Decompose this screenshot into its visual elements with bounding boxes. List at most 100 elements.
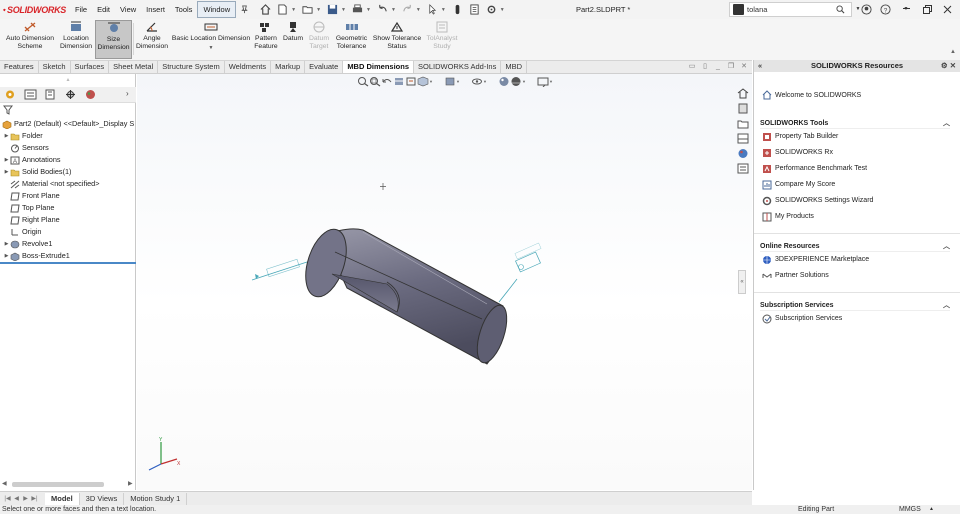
menu-window[interactable]: Window (197, 1, 237, 18)
link-property-tab-builder[interactable]: Property Tab Builder (760, 129, 950, 145)
expand-arrow-icon[interactable]: ▶ (3, 130, 10, 142)
expand-arrow-icon[interactable]: ▶ (3, 166, 10, 178)
tree-horizontal-scrollbar[interactable]: ◀ ▶ (2, 480, 134, 489)
chevron-up-icon[interactable]: ︿ (943, 241, 950, 252)
doc-restore-icon[interactable]: ❐ (725, 62, 737, 72)
tree-item-top-plane[interactable]: Top Plane (0, 202, 136, 214)
next-tab-icon[interactable]: ▶ (21, 495, 30, 502)
link-performance-benchmark-test[interactable]: Performance Benchmark Test (760, 161, 950, 177)
menu-view[interactable]: View (115, 0, 141, 19)
datum-button[interactable]: Datum (281, 20, 305, 59)
tree-item-origin[interactable]: Origin (0, 226, 136, 238)
redo-icon[interactable] (402, 4, 413, 15)
chevron-up-icon[interactable]: ︿ (943, 300, 950, 311)
doc-close-icon[interactable]: ✕ (738, 62, 750, 72)
tree-item-material[interactable]: Material <not specified> (0, 178, 136, 190)
filter-icon[interactable] (3, 105, 13, 115)
home-icon[interactable] (260, 4, 271, 15)
solidworks-logo[interactable]: SOLIDWORKS (0, 0, 66, 19)
link-settings-wizard[interactable]: SOLIDWORKS Settings Wizard (760, 193, 950, 209)
size-dimension-button[interactable]: Size Dimension (95, 20, 132, 59)
open-folder-icon[interactable] (302, 4, 313, 15)
split-icon[interactable]: ▯ (699, 62, 711, 72)
dimxpert-icon[interactable] (64, 89, 77, 100)
file-properties-icon[interactable] (469, 4, 480, 15)
left-annotation-leader[interactable] (251, 258, 308, 281)
tab-evaluate[interactable]: Evaluate (305, 61, 344, 73)
configuration-manager-icon[interactable] (44, 89, 57, 100)
angle-dimension-button[interactable]: Angle Dimension (134, 20, 170, 59)
chevron-down-icon[interactable]: ▼ (441, 7, 446, 13)
tree-item-boss-extrude1[interactable]: ▶ Boss-Extrude1 (0, 250, 136, 262)
save-icon[interactable] (327, 4, 338, 15)
tab-markup[interactable]: Markup (271, 61, 306, 73)
appearances-icon[interactable] (737, 148, 749, 159)
chevron-down-icon[interactable]: ▼ (291, 7, 296, 13)
chevron-down-icon[interactable]: ▼ (316, 7, 321, 13)
tree-item-right-plane[interactable]: Right Plane (0, 214, 136, 226)
chevron-down-icon[interactable]: ▼ (416, 7, 421, 13)
tree-item-solid-bodies[interactable]: ▶ Solid Bodies(1) (0, 166, 136, 178)
scroll-left-icon[interactable]: ◀ (2, 480, 7, 487)
tab-structure-system[interactable]: Structure System (158, 61, 225, 73)
link-3dexperience-marketplace[interactable]: 3DEXPERIENCE Marketplace (760, 252, 950, 268)
section-title[interactable]: Online Resources ︿ (760, 241, 950, 252)
geometric-tolerance-button[interactable]: Geometric Tolerance (333, 20, 370, 59)
scrollbar-thumb[interactable] (12, 482, 104, 487)
unit-system-selector[interactable]: MMGS (899, 505, 921, 514)
tree-item-folder[interactable]: ▶ Folder (0, 130, 136, 142)
basic-location-dimension-button[interactable]: Basic Location Dimension ▼ (171, 20, 251, 59)
chevron-down-icon[interactable]: ▼ (341, 7, 346, 13)
right-annotation-leader[interactable] (498, 242, 542, 303)
tab-mbd[interactable]: MBD (501, 61, 528, 73)
auto-dimension-scheme-button[interactable]: Auto Dimension Scheme (2, 20, 58, 59)
tab-solidworks-add-ins[interactable]: SOLIDWORKS Add-Ins (414, 61, 502, 73)
collapse-feature-manager-toggle[interactable]: « (738, 270, 746, 294)
welcome-link[interactable]: Welcome to SOLIDWORKS (762, 90, 861, 100)
chevron-down-icon[interactable]: ▼ (366, 7, 371, 13)
property-manager-icon[interactable] (24, 89, 37, 100)
restore-button[interactable] (923, 5, 932, 14)
resources-home-icon[interactable] (737, 88, 749, 99)
expand-arrow-icon[interactable]: ▶ (3, 238, 10, 250)
section-title[interactable]: SOLIDWORKS Tools ︿ (760, 118, 950, 129)
menu-tools[interactable]: Tools (170, 0, 198, 19)
tree-item-front-plane[interactable]: Front Plane (0, 190, 136, 202)
chevron-right-icon[interactable]: › (126, 89, 129, 98)
collapse-pane-icon[interactable]: « (758, 60, 762, 72)
doc-minimize-icon[interactable]: _ (712, 62, 724, 72)
scroll-right-icon[interactable]: ▶ (128, 480, 133, 487)
feature-tree-icon[interactable] (4, 89, 17, 100)
tree-item-revolve1[interactable]: ▶ Revolve1 (0, 238, 136, 250)
menu-insert[interactable]: Insert (141, 0, 170, 19)
tab-mbd-dimensions[interactable]: MBD Dimensions (343, 61, 414, 73)
link-solidworks-rx[interactable]: SOLIDWORKS Rx (760, 145, 950, 161)
chevron-down-icon[interactable]: ▼ (391, 7, 396, 13)
chevron-up-icon[interactable]: ︿ (943, 118, 950, 129)
help-icon[interactable]: ? (880, 4, 891, 15)
print-icon[interactable] (352, 4, 363, 15)
pin-icon[interactable] (240, 5, 249, 14)
expand-arrow-icon[interactable]: ▶ (3, 154, 10, 166)
search-icon[interactable] (836, 5, 845, 14)
tab-sketch[interactable]: Sketch (39, 61, 71, 73)
search-input[interactable] (747, 5, 837, 14)
last-tab-icon[interactable]: ▶| (30, 495, 39, 502)
tab-motion-study-1[interactable]: Motion Study 1 (124, 492, 188, 505)
user-account-icon[interactable] (861, 4, 872, 15)
chevron-up-icon[interactable]: ▲ (929, 505, 934, 514)
menu-file[interactable]: File (70, 0, 92, 19)
first-tab-icon[interactable]: |◀ (3, 495, 12, 502)
link-compare-my-score[interactable]: Compare My Score (760, 177, 950, 193)
location-dimension-button[interactable]: Location Dimension (58, 20, 94, 59)
custom-properties-icon[interactable] (737, 163, 749, 174)
display-manager-icon[interactable] (84, 89, 97, 100)
undo-icon[interactable] (377, 4, 388, 15)
show-tolerance-status-button[interactable]: Show Tolerance Status (371, 20, 423, 59)
part-body[interactable] (298, 224, 513, 366)
tolanalyst-study-button[interactable]: TolAnalyst Study (424, 20, 460, 59)
chevron-down-icon[interactable]: ▼ (171, 44, 251, 52)
rollback-bar[interactable] (0, 262, 136, 264)
minimize-button[interactable] (903, 8, 911, 10)
tab-3d-views[interactable]: 3D Views (80, 492, 125, 505)
